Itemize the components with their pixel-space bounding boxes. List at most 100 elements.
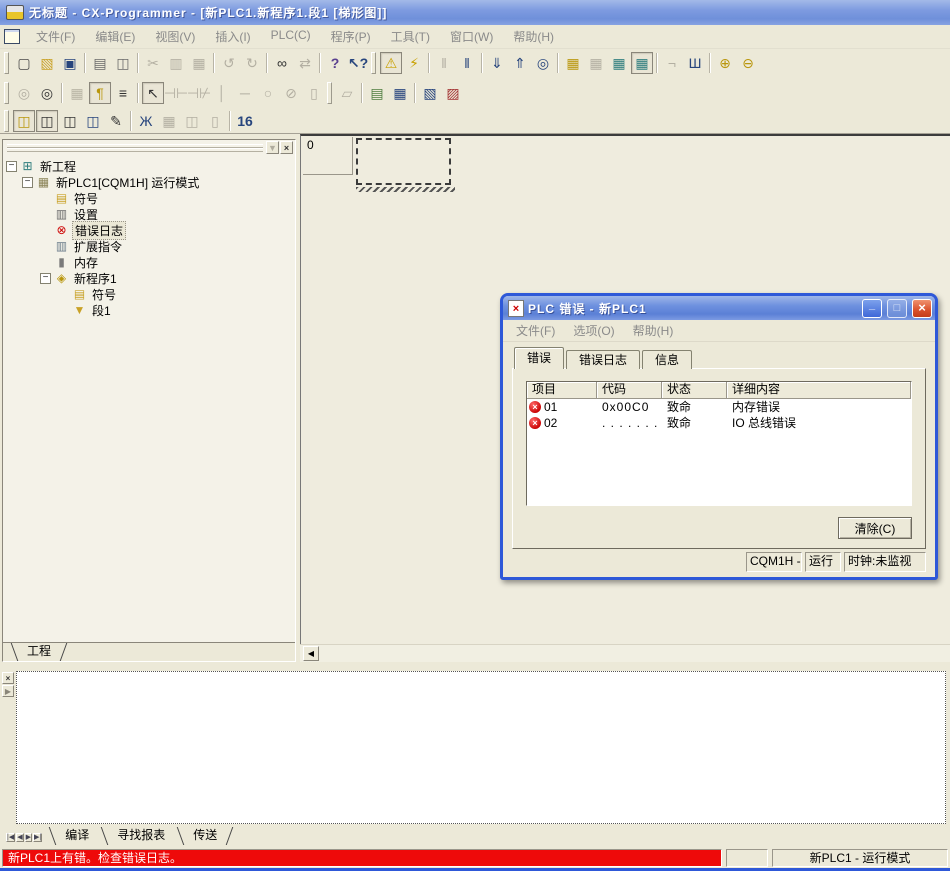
tree-item-section1[interactable]: ▼ 段1 — [3, 302, 295, 318]
project-window-button[interactable]: ◫ — [13, 110, 35, 132]
menu-help[interactable]: 帮助(H) — [503, 28, 564, 45]
compile-button[interactable]: ▤ — [366, 82, 388, 104]
menu-view[interactable]: 视图(V) — [145, 28, 205, 45]
program-mode-button[interactable]: ▦ — [562, 52, 584, 74]
tree-expander-icon[interactable] — [40, 257, 51, 268]
save-button[interactable]: ▣ — [59, 52, 81, 74]
error-row-2[interactable]: ×02 . . . . . . . . 致命 IO 总线错误 — [527, 415, 911, 431]
rung-comment-button[interactable]: ¶ — [89, 82, 111, 104]
properties-button[interactable]: ✎ — [105, 110, 127, 132]
tree-expander-icon[interactable] — [40, 225, 51, 236]
tab-transfer[interactable]: 传送 — [179, 827, 231, 845]
tree-expander-icon[interactable] — [58, 289, 69, 300]
window-button[interactable]: ◫ — [181, 110, 203, 132]
output-window-button[interactable]: ◫ — [36, 110, 58, 132]
run-mode-button[interactable]: ▦ — [631, 52, 653, 74]
time-chart-button[interactable]: Ш — [684, 52, 706, 74]
dialog-tab-error-log[interactable]: 错误日志 — [566, 350, 640, 369]
tree-expander-icon[interactable]: − — [6, 161, 17, 172]
cross-reference-button[interactable]: Ж — [135, 110, 157, 132]
menu-tools[interactable]: 工具(T) — [381, 28, 440, 45]
tree-item-memory[interactable]: ▮ 内存 — [3, 254, 295, 270]
copy-button[interactable]: ▥ — [165, 52, 187, 74]
instruction-button[interactable]: ▯ — [303, 82, 325, 104]
find-button[interactable]: ∞ — [271, 52, 293, 74]
data-trace-button[interactable]: ▨ — [442, 82, 464, 104]
output-expand-button[interactable]: ▶ — [2, 685, 14, 697]
new-file-button[interactable]: ▢ — [13, 52, 35, 74]
dialog-menu-options[interactable]: 选项(O) — [564, 322, 623, 339]
column-header-detail[interactable]: 详细内容 — [727, 382, 911, 399]
tab-compile[interactable]: 编译 — [51, 827, 103, 845]
rung-list-button[interactable]: ≡ — [112, 82, 134, 104]
tree-expander-icon[interactable] — [58, 305, 69, 316]
menu-file[interactable]: 文件(F) — [26, 28, 85, 45]
tree-dropdown-button[interactable]: ▼ — [266, 141, 279, 154]
tree-close-button[interactable]: × — [280, 141, 293, 154]
print-button[interactable]: ▤ — [89, 52, 111, 74]
watch-window-button[interactable]: ◫ — [59, 110, 81, 132]
menu-program[interactable]: 程序(P) — [321, 28, 381, 45]
ladder-cursor[interactable] — [356, 138, 451, 185]
tree-expander-icon[interactable]: − — [40, 273, 51, 284]
tree-item-settings[interactable]: ▥ 设置 — [3, 206, 295, 222]
paste-button[interactable]: ▦ — [188, 52, 210, 74]
dialog-button[interactable]: ▯ — [204, 110, 226, 132]
step-run-button[interactable]: ¬ — [661, 52, 683, 74]
maximize-button[interactable]: □ — [887, 299, 907, 318]
show-error-button[interactable]: ⚠ — [380, 52, 402, 74]
online-edit-button[interactable]: ▱ — [336, 82, 358, 104]
grid-toggle-button[interactable]: ▦ — [66, 82, 88, 104]
print-preview-button[interactable]: ◫ — [112, 52, 134, 74]
pause-monitor-button[interactable]: ‖ — [456, 52, 478, 74]
zoom-in-button[interactable]: ◎ — [36, 82, 58, 104]
coil-button[interactable]: ○ — [257, 82, 279, 104]
context-help-button[interactable]: ↖? — [347, 52, 369, 74]
tree-expander-icon[interactable] — [40, 241, 51, 252]
tree-item-symbols[interactable]: ▤ 符号 — [3, 190, 295, 206]
error-row-1[interactable]: ×01 0x00C0 致命 内存错误 — [527, 399, 911, 415]
vertical-line-button[interactable]: │ — [211, 82, 233, 104]
download-button[interactable]: ⇓ — [486, 52, 508, 74]
tree-item-program-symbols[interactable]: ▤ 符号 — [3, 286, 295, 302]
tree-expander-icon[interactable] — [40, 209, 51, 220]
column-header-item[interactable]: 项目 — [527, 382, 597, 399]
tree-item-program[interactable]: − ◈ 新程序1 — [3, 270, 295, 286]
dialog-menu-help[interactable]: 帮助(H) — [624, 322, 683, 339]
force-release-button[interactable]: ⊖ — [737, 52, 759, 74]
debug-mode-button[interactable]: ▦ — [585, 52, 607, 74]
output-content[interactable] — [16, 671, 946, 824]
tab-find-report[interactable]: 寻找报表 — [103, 827, 179, 845]
tab-project[interactable]: 工程 — [13, 643, 65, 661]
coil-closed-button[interactable]: ⊘ — [280, 82, 302, 104]
io-table-button[interactable]: ▦ — [158, 110, 180, 132]
dialog-tab-errors[interactable]: 错误 — [514, 347, 564, 369]
crossref-window-button[interactable]: ◫ — [82, 110, 104, 132]
monitor-window-button[interactable]: ▦ — [389, 82, 411, 104]
editor-hscrollbar[interactable]: ◀ — [300, 644, 950, 662]
cut-button[interactable]: ✂ — [142, 52, 164, 74]
zoom-out-button[interactable]: ◎ — [13, 82, 35, 104]
menu-window[interactable]: 窗口(W) — [440, 28, 503, 45]
tree-item-project[interactable]: − ⊞ 新工程 — [3, 158, 295, 174]
close-button[interactable]: × — [912, 299, 932, 318]
column-header-status[interactable]: 状态 — [662, 382, 727, 399]
replace-button[interactable]: ⇄ — [294, 52, 316, 74]
nav-last-button[interactable]: ▶| — [33, 833, 42, 842]
output-close-button[interactable]: × — [2, 672, 14, 684]
tree-item-error-log[interactable]: ⊗ 错误日志 — [3, 222, 295, 238]
tree-expander-icon[interactable]: − — [22, 177, 33, 188]
tree-item-expansion-instructions[interactable]: ▥ 扩展指令 — [3, 238, 295, 254]
contact-no-button[interactable]: ⊣⊢ — [165, 82, 187, 104]
menu-insert[interactable]: 插入(I) — [205, 28, 260, 45]
dialog-menu-file[interactable]: 文件(F) — [507, 322, 564, 339]
dialog-tab-messages[interactable]: 信息 — [642, 350, 692, 369]
open-file-button[interactable]: ▧ — [36, 52, 58, 74]
monitor-mode-button[interactable]: ▦ — [608, 52, 630, 74]
upload-button[interactable]: ⇑ — [509, 52, 531, 74]
hscroll-left-button[interactable]: ◀ — [303, 646, 319, 661]
error-list[interactable]: 项目代码状态详细内容 ×01 0x00C0 致命 内存错误 — [526, 381, 912, 506]
tree-panel-header[interactable]: ▼ × — [3, 140, 295, 155]
force-set-button[interactable]: ⊕ — [714, 52, 736, 74]
mdi-child-icon[interactable] — [4, 29, 20, 44]
